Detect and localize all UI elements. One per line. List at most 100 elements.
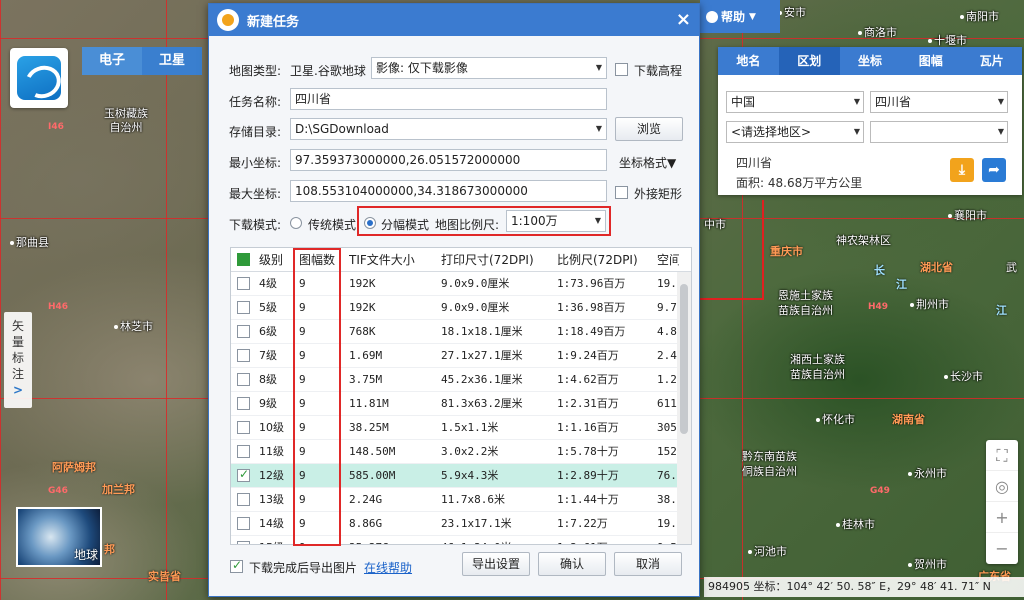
max-coord-input[interactable]: 108.553104000000,34.318673000000	[290, 180, 607, 202]
column-header: 空间	[657, 253, 679, 267]
traditional-mode-radio[interactable]	[290, 217, 302, 229]
table-cell-level: 15级	[259, 536, 284, 544]
coord-format-dropdown[interactable]: 坐标格式▼	[619, 154, 676, 171]
table-cell-print: 1.5x1.1米	[441, 421, 499, 434]
table-cell-space: 2.45	[657, 349, 677, 362]
zoom-out-icon[interactable]: −	[986, 533, 1018, 564]
sheet-label: I46	[48, 122, 64, 132]
min-coord-input[interactable]: 97.359373000000,26.051572000000	[290, 149, 607, 171]
task-name-input[interactable]: 四川省	[290, 88, 607, 110]
row-checkbox[interactable]	[237, 445, 250, 458]
scrollbar-thumb[interactable]	[680, 284, 688, 434]
search-tabs: 地名 区划 坐标 图幅 瓦片	[718, 47, 1022, 75]
table-cell-space: 611.	[657, 397, 677, 410]
tab-satellite-map[interactable]: 卫星	[142, 47, 202, 75]
storage-dir-label: 存储目录:	[229, 125, 282, 139]
table-cell-space: 152.	[657, 445, 677, 458]
close-icon[interactable]: ×	[676, 9, 691, 30]
place-label: 武	[1006, 261, 1017, 274]
row-checkbox[interactable]	[237, 517, 250, 530]
browse-button[interactable]: 浏览	[615, 117, 683, 141]
table-cell-level: 10级	[259, 421, 284, 434]
place-label: 黔东南苗族 侗族自治州	[742, 450, 797, 478]
globe-view-label: 地球	[73, 548, 98, 562]
row-checkbox[interactable]	[237, 373, 250, 386]
globe-view-button[interactable]: 地球	[16, 507, 102, 567]
row-checkbox[interactable]	[237, 421, 250, 434]
row-checkbox[interactable]	[237, 397, 250, 410]
globe-logo-icon	[17, 56, 61, 100]
help-menu[interactable]: 帮助 ▼	[700, 0, 780, 33]
table-cell-size: 192K	[349, 301, 376, 314]
region-label: 邦	[104, 543, 115, 556]
tab-place-name[interactable]: 地名	[718, 47, 779, 75]
province-label: 重庆市	[770, 245, 803, 258]
fullscreen-icon[interactable]: ⛶	[986, 440, 1018, 471]
region-label: 实皆省	[148, 570, 181, 583]
row-checkbox[interactable]	[237, 301, 250, 314]
table-cell-print: 9.0x9.0厘米	[441, 277, 510, 290]
app-logo[interactable]	[10, 48, 68, 108]
scale-select[interactable]: 1:100万	[506, 210, 606, 232]
row-checkbox[interactable]	[237, 325, 250, 338]
dialog-titlebar[interactable]: 新建任务 ×	[209, 4, 699, 36]
table-cell-level: 13级	[259, 493, 284, 506]
table-cell-scale: 1:1.16百万	[557, 421, 619, 434]
table-cell-level: 11级	[259, 445, 284, 458]
region-select[interactable]: <请选择地区>	[726, 121, 864, 143]
river-label: 江	[896, 278, 907, 291]
share-icon[interactable]: ➦	[982, 158, 1006, 182]
online-help-link[interactable]: 在线帮助	[364, 559, 412, 576]
row-checkbox[interactable]	[237, 541, 250, 544]
sheet-mode-radio[interactable]	[364, 217, 376, 229]
row-checkbox[interactable]	[237, 277, 250, 290]
row-checkbox[interactable]	[237, 493, 250, 506]
vector-annotation-toggle[interactable]: 矢 量 标 注 >	[4, 312, 32, 408]
tab-sheet[interactable]: 图幅	[900, 47, 961, 75]
table-cell-size: 1.69M	[349, 349, 383, 362]
river-label: 江	[996, 304, 1007, 317]
download-elevation-checkbox[interactable]	[615, 63, 628, 76]
outer-rect-checkbox[interactable]	[615, 186, 628, 199]
app-icon	[217, 9, 239, 31]
table-cell-space: 9.78	[657, 301, 677, 314]
export-settings-button[interactable]: 导出设置	[462, 552, 530, 576]
help-icon	[706, 10, 718, 23]
province-border	[700, 200, 764, 300]
dialog-title: 新建任务	[247, 14, 300, 30]
storage-dir-select[interactable]: D:\SGDownload	[290, 118, 607, 140]
confirm-button[interactable]: 确认	[538, 552, 606, 576]
map-type-switch: 电子 卫星	[82, 47, 202, 75]
export-after-download-checkbox[interactable]	[230, 558, 243, 573]
place-label: 玉树藏族 自治州	[104, 107, 148, 134]
province-label: 湖北省	[920, 261, 953, 274]
search-panel: 地名 区划 坐标 图幅 瓦片 中国 四川省 <请选择地区> 四川省 面积: 48…	[718, 47, 1022, 195]
place-label: 林芝市	[114, 318, 153, 334]
tab-electronic-map[interactable]: 电子	[82, 47, 142, 75]
row-checkbox[interactable]	[237, 467, 250, 482]
tab-tile[interactable]: 瓦片	[961, 47, 1022, 75]
row-checkbox[interactable]	[237, 349, 250, 362]
locate-icon[interactable]: ◎	[986, 471, 1018, 502]
table-cell-scale: 1:2.31百万	[557, 397, 619, 410]
grid-line	[166, 0, 167, 600]
cancel-button[interactable]: 取消	[614, 552, 682, 576]
country-select[interactable]: 中国	[726, 91, 864, 113]
table-cell-space: 9.55	[657, 536, 677, 544]
tab-division[interactable]: 区划	[778, 47, 840, 75]
image-mode-select[interactable]: 影像: 仅下载影像	[371, 57, 607, 79]
sheet-label: H49	[868, 302, 889, 312]
table-scrollbar[interactable]	[677, 272, 691, 544]
place-label: 荆州市	[910, 296, 949, 312]
zoom-in-icon[interactable]: +	[986, 502, 1018, 533]
tab-coordinate[interactable]: 坐标	[840, 47, 901, 75]
select-all-checkbox[interactable]	[237, 251, 250, 266]
highlight-box	[293, 248, 341, 546]
province-select[interactable]: 四川省	[870, 91, 1008, 113]
table-cell-scale: 1:9.24百万	[557, 349, 619, 362]
download-icon[interactable]: ⤓	[950, 158, 974, 182]
column-header: TIF文件大小	[349, 253, 415, 267]
sub-region-select[interactable]	[870, 121, 1008, 143]
table-cell-level: 7级	[259, 349, 277, 362]
export-after-download-label: 下载完成后导出图片	[249, 561, 358, 575]
